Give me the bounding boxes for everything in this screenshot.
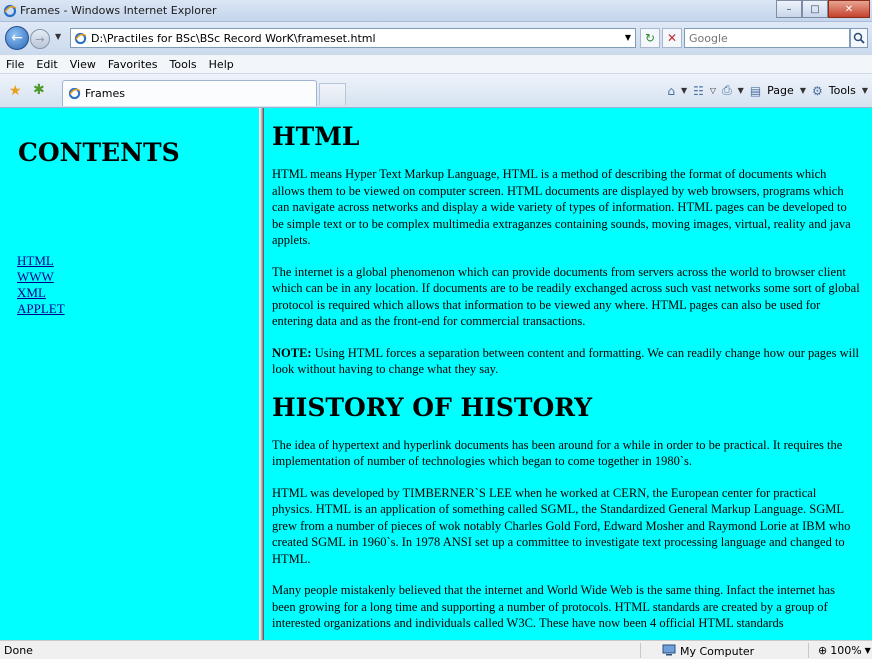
search-input[interactable] — [685, 29, 849, 47]
tools-dropdown-icon[interactable]: ▼ — [862, 86, 868, 95]
link-applet[interactable]: APPLET — [17, 301, 65, 317]
zoom-dropdown-icon[interactable]: ▼ — [865, 646, 871, 655]
favorites-star-icon[interactable]: ★ — [9, 83, 22, 99]
link-www[interactable]: WWW — [17, 269, 65, 285]
tools-menu-button[interactable]: Tools — [829, 84, 856, 97]
computer-icon — [662, 644, 676, 659]
menu-edit[interactable]: Edit — [36, 58, 57, 71]
history-dropdown-icon[interactable]: ▼ — [55, 32, 61, 41]
zoom-magnifier-icon: ⊕ — [818, 644, 828, 657]
minimize-icon[interactable]: – — [776, 0, 802, 18]
page-icon[interactable]: ▤ — [750, 84, 761, 98]
command-tools: ⌂ ▼ ☷ ▽ ⎙ ▼ ▤ Page ▼ ⚙ Tools ▼ — [667, 83, 868, 98]
home-dropdown-icon[interactable]: ▼ — [681, 86, 687, 95]
link-xml[interactable]: XML — [17, 285, 65, 301]
status-bar: Done My Computer ⊕ 100% ▼ — [0, 640, 872, 659]
zone-label: My Computer — [680, 645, 755, 658]
note-paragraph: NOTE: Using HTML forces a separation bet… — [272, 345, 860, 378]
status-text: Done — [4, 644, 33, 657]
search-box[interactable] — [684, 28, 850, 48]
page-dropdown-icon[interactable]: ▼ — [800, 86, 806, 95]
maximize-icon[interactable]: □ — [802, 0, 828, 18]
refresh-icon[interactable]: ↻ — [640, 28, 660, 48]
tab-favicon-icon — [68, 87, 81, 103]
paragraph-3: The idea of hypertext and hyperlink docu… — [272, 437, 843, 469]
print-icon[interactable]: ⎙ — [722, 83, 732, 98]
note-text: Using HTML forces a separation between c… — [272, 345, 860, 377]
address-bar[interactable]: D:\Practiles for BSc\BSc Record WorK\fra… — [70, 28, 636, 48]
zoom-control[interactable]: ⊕ 100% ▼ — [818, 644, 871, 657]
tab-frames[interactable]: Frames — [62, 80, 317, 106]
menu-file[interactable]: File — [6, 58, 24, 71]
menu-tools[interactable]: Tools — [170, 58, 197, 71]
left-frame: CONTENTS HTML WWW XML APPLET — [0, 108, 259, 640]
stop-icon[interactable]: ✕ — [662, 28, 682, 48]
tools-gear-icon[interactable]: ⚙ — [812, 84, 823, 98]
close-icon[interactable]: ✕ — [828, 0, 870, 18]
back-arrow-icon[interactable]: ← — [5, 26, 29, 50]
menu-bar: File Edit View Favorites Tools Help — [0, 54, 872, 74]
tab-label: Frames — [85, 87, 126, 100]
command-bar: ★ ✱ Frames ⌂ ▼ ☷ ▽ ⎙ ▼ ▤ Page ▼ ⚙ Tools … — [0, 74, 872, 108]
address-row: ← → ▼ D:\Practiles for BSc\BSc Record Wo… — [0, 22, 872, 54]
paragraph-5: Many people mistakenly believed that the… — [272, 583, 835, 630]
paragraph-4: HTML was developed by TIMBERNER`S LEE wh… — [272, 485, 851, 566]
url-text[interactable]: D:\Practiles for BSc\BSc Record WorK\fra… — [91, 32, 376, 45]
feeds-dropdown-icon[interactable]: ▽ — [710, 86, 716, 95]
note-label: NOTE: — [272, 345, 312, 360]
menu-help[interactable]: Help — [209, 58, 234, 71]
right-frame: HTML HTML means Hyper Text Markup Langua… — [264, 108, 872, 640]
add-favorite-icon[interactable]: ✱ — [33, 82, 45, 98]
page-favicon-icon — [74, 32, 87, 48]
print-dropdown-icon[interactable]: ▼ — [738, 86, 744, 95]
page-content: CONTENTS HTML WWW XML APPLET HTML HTML m… — [0, 108, 872, 640]
address-dropdown-icon[interactable]: ▼ — [625, 33, 631, 42]
window-controls: – □ ✕ — [776, 0, 870, 18]
heading-history: HISTORY OF HISTORY — [272, 392, 593, 422]
heading-html: HTML — [272, 122, 360, 151]
forward-arrow-icon[interactable]: → — [30, 29, 50, 49]
security-zone[interactable]: My Computer — [662, 644, 754, 659]
zoom-level: 100% — [830, 644, 862, 657]
page-menu-button[interactable]: Page — [767, 84, 794, 97]
title-bar: Frames - Windows Internet Explorer – □ ✕ — [0, 0, 872, 22]
paragraph-2: The internet is a global phenomenon whic… — [272, 264, 860, 329]
paragraph-1: HTML means Hyper Text Markup Language, H… — [272, 167, 851, 247]
menu-favorites[interactable]: Favorites — [108, 58, 158, 71]
contents-heading: CONTENTS — [18, 138, 180, 167]
home-icon[interactable]: ⌂ — [667, 84, 675, 98]
menu-view[interactable]: View — [70, 58, 96, 71]
feeds-icon[interactable]: ☷ — [693, 84, 704, 98]
status-divider — [640, 643, 641, 658]
article: HTML HTML means Hyper Text Markup Langua… — [272, 122, 860, 640]
ie-logo-icon — [3, 4, 17, 21]
window-title: Frames - Windows Internet Explorer — [20, 4, 217, 17]
link-html[interactable]: HTML — [17, 253, 65, 269]
status-divider-2 — [808, 643, 809, 658]
contents-link-list: HTML WWW XML APPLET — [17, 253, 65, 317]
new-tab-button[interactable] — [319, 83, 346, 105]
search-icon[interactable] — [850, 28, 868, 48]
